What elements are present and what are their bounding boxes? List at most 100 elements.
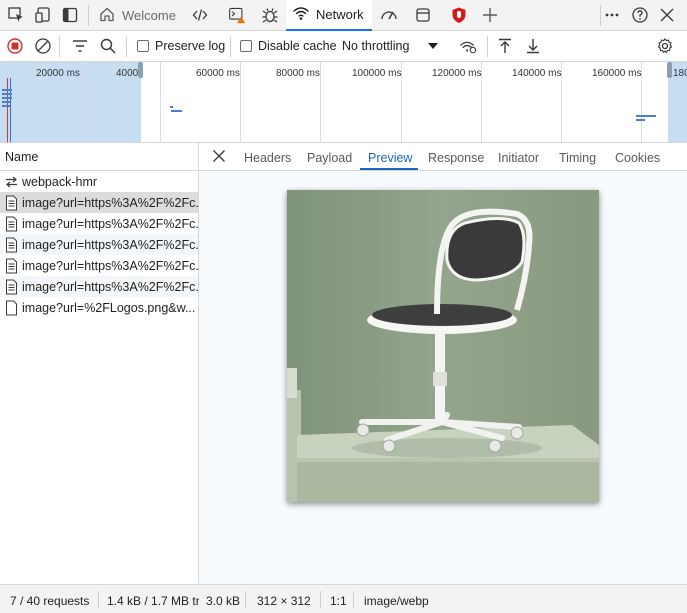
disable-cache-checkbox[interactable]: Disable cache (240, 39, 337, 53)
checkbox-box[interactable] (240, 40, 252, 52)
overview-left-handle[interactable] (138, 62, 143, 78)
export-har-icon[interactable] (522, 35, 544, 57)
request-row[interactable]: webpack-hmr (0, 171, 198, 192)
tab-response[interactable]: Response (428, 151, 484, 165)
active-tab-indicator (360, 168, 418, 170)
request-name: image?url=https%3A%2F%2Fc... (22, 195, 198, 210)
request-bar (170, 106, 173, 108)
debugger-icon[interactable] (259, 4, 281, 26)
request-bar (2, 101, 10, 103)
preserve-log-checkbox[interactable]: Preserve log (137, 39, 225, 53)
more-icon[interactable] (601, 4, 623, 26)
overview-tick: 160000 ms (592, 68, 642, 79)
request-name: image?url=https%3A%2F%2Fc... (22, 258, 198, 273)
overview-tick: 140000 ms (512, 68, 562, 79)
aspect-ratio: 1:1 (330, 594, 347, 608)
request-name: image?url=https%3A%2F%2Fc... (22, 279, 198, 294)
request-bar (171, 110, 182, 112)
filter-icon[interactable] (69, 35, 91, 57)
request-name: image?url=%2FLogos.png&w... (22, 300, 196, 315)
checkbox-box[interactable] (137, 40, 149, 52)
request-row[interactable]: image?url=https%3A%2F%2Fc... (0, 255, 198, 276)
load-event-line (7, 78, 8, 142)
detail-tab-bar: Headers Payload Preview Response Initiat… (199, 143, 687, 171)
tab-payload[interactable]: Payload (307, 151, 352, 165)
overview-tick: 180 (673, 68, 687, 79)
add-tool-icon[interactable] (479, 4, 501, 26)
tab-network-label: Network (316, 7, 364, 22)
request-row[interactable]: image?url=https%3A%2F%2Fc... (0, 192, 198, 213)
search-icon[interactable] (97, 35, 119, 57)
request-name: image?url=https%3A%2F%2Fc... (22, 216, 198, 231)
application-icon[interactable] (412, 4, 434, 26)
request-bar (636, 115, 656, 117)
document-icon (6, 216, 17, 231)
document-icon (6, 195, 17, 210)
image-dimensions: 312 × 312 (257, 594, 311, 608)
network-conditions-icon[interactable] (457, 35, 479, 57)
wifi-icon (292, 4, 310, 25)
status-bar: 7 / 40 requests 1.4 kB / 1.7 MB tr 3.0 k… (0, 584, 687, 613)
request-list: Name webpack-hmr image?url=https%3A%2F%2… (0, 143, 199, 584)
request-name: webpack-hmr (22, 174, 98, 189)
throttling-value: No throttling (342, 39, 410, 53)
console-icon[interactable] (226, 4, 248, 26)
request-row[interactable]: image?url=https%3A%2F%2Fc... (0, 234, 198, 255)
settings-gear-icon[interactable] (654, 35, 676, 57)
tab-preview[interactable]: Preview (368, 151, 412, 165)
preserve-log-label: Preserve log (155, 39, 226, 53)
request-bar (2, 97, 12, 99)
overview-tick: 20000 ms (36, 68, 80, 79)
document-icon (6, 300, 17, 315)
elements-icon[interactable] (189, 4, 211, 26)
tab-welcome-label: Welcome (122, 8, 176, 23)
request-name: image?url=https%3A%2F%2Fc... (22, 237, 198, 252)
security-icon[interactable] (448, 4, 470, 26)
close-icon[interactable] (212, 149, 226, 163)
transferred-size: 1.4 kB / 1.7 MB tr (107, 594, 199, 608)
dom-content-loaded-line (10, 78, 11, 142)
overview-tick: 80000 ms (276, 68, 320, 79)
chevron-down-icon[interactable] (422, 35, 444, 57)
tab-initiator[interactable]: Initiator (498, 151, 539, 165)
close-devtools-icon[interactable] (656, 4, 678, 26)
request-detail-pane: Headers Payload Preview Response Initiat… (199, 143, 687, 584)
request-bar (2, 105, 10, 107)
help-icon[interactable] (629, 4, 651, 26)
tab-headers[interactable]: Headers (244, 151, 291, 165)
home-icon (98, 5, 116, 26)
device-emulation-icon[interactable] (32, 4, 54, 26)
performance-icon[interactable] (378, 4, 400, 26)
overview-tick: 4000 (116, 68, 139, 79)
tab-timing[interactable]: Timing (559, 151, 596, 165)
request-row[interactable]: image?url=https%3A%2F%2Fc... (0, 276, 198, 297)
name-column-label: Name (5, 150, 39, 164)
throttling-select[interactable]: No throttling (342, 39, 409, 53)
devtools-tab-strip: Welcome Network (0, 0, 687, 31)
request-count: 7 / 40 requests (10, 594, 90, 608)
network-toolbar: Preserve log Disable cache No throttling (0, 31, 687, 62)
inspect-icon[interactable] (5, 4, 27, 26)
overview-right-handle[interactable] (667, 62, 672, 78)
network-overview-timeline[interactable]: 20000 ms 4000 60000 ms 80000 ms 100000 m… (0, 62, 687, 143)
tab-network[interactable]: Network (286, 0, 372, 31)
chair-image (287, 190, 599, 502)
clear-icon[interactable] (32, 35, 54, 57)
tab-welcome[interactable]: Welcome (96, 0, 176, 31)
tab-cookies[interactable]: Cookies (615, 151, 660, 165)
request-row[interactable]: image?url=%2FLogos.png&w... (0, 297, 198, 318)
mime-type: image/webp (364, 594, 429, 608)
document-icon (6, 258, 17, 273)
overview-tick: 100000 ms (352, 68, 402, 79)
document-icon (6, 279, 17, 294)
record-icon[interactable] (4, 35, 26, 57)
dock-icon[interactable] (59, 4, 81, 26)
name-column-header[interactable]: Name (0, 143, 198, 171)
request-row[interactable]: image?url=https%3A%2F%2Fc... (0, 213, 198, 234)
import-har-icon[interactable] (494, 35, 516, 57)
overview-tick: 120000 ms (432, 68, 482, 79)
request-bar (636, 119, 645, 121)
request-bar (2, 89, 12, 91)
image-preview (287, 190, 599, 502)
websocket-icon (6, 176, 17, 187)
